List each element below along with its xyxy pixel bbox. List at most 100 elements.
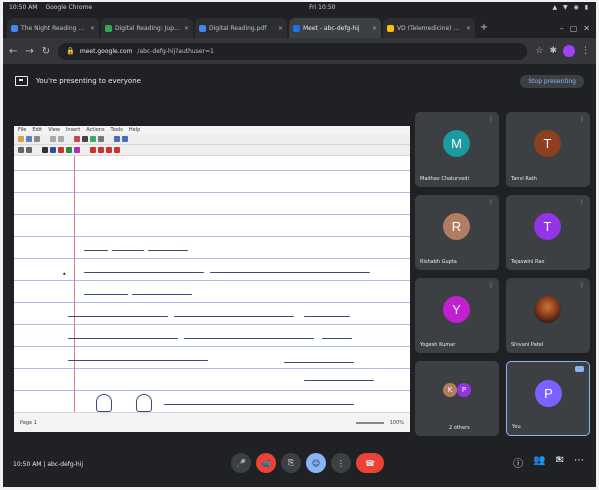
doc-menu-item: File xyxy=(18,127,27,133)
participant-tile[interactable]: ⋮ M Madhav Chaturvedi xyxy=(415,112,499,187)
participant-tile[interactable]: ⋮ Shivani Patel xyxy=(506,278,590,353)
bookmark-star-icon[interactable]: ☆ xyxy=(535,46,543,56)
browser-tab[interactable]: Digital Reading: Jupy… ✕ xyxy=(101,18,193,38)
more-options-icon[interactable]: ⋮ xyxy=(488,199,494,206)
close-tab-icon[interactable]: ✕ xyxy=(466,25,471,32)
new-tab-button[interactable]: + xyxy=(477,18,491,38)
close-tab-icon[interactable]: ✕ xyxy=(90,25,95,32)
zoom-slider[interactable] xyxy=(355,421,384,424)
close-window-button[interactable]: ✕ xyxy=(583,24,590,33)
system-tray-icons[interactable]: ▲ ▼ ◉ ▮ xyxy=(553,4,591,11)
participant-tile[interactable]: ⋮ T Tanvi Rath xyxy=(506,112,590,187)
browser-tab-strip: The Night Reading Assi… ✕ Digital Readin… xyxy=(3,12,596,38)
more-options-button[interactable]: ⋮ xyxy=(331,453,351,473)
close-tab-icon[interactable]: ✕ xyxy=(372,25,377,32)
os-center-clock: Fri 10:50 xyxy=(309,3,336,11)
redo-icon xyxy=(58,136,64,142)
participant-tile[interactable]: ⋮ T Tejaswini Rao xyxy=(506,195,590,270)
tab-favicon xyxy=(199,24,206,32)
doc-toolbar-row-2 xyxy=(14,145,410,156)
color-blue-icon xyxy=(50,147,56,153)
doc-menu-item: Actions xyxy=(86,127,105,133)
handwriting-stroke xyxy=(132,294,192,296)
microphone-button[interactable]: 🎤 xyxy=(231,453,251,473)
meeting-code: 10:50 AM | abc-defg-hij xyxy=(13,461,83,468)
more-options-icon[interactable]: ⋮ xyxy=(488,282,494,289)
doc-toolbar-row-1 xyxy=(14,134,410,145)
present-now-button[interactable]: ☺ xyxy=(306,453,326,473)
color-swatch-icon xyxy=(90,147,96,153)
handwriting-stroke xyxy=(112,250,144,252)
os-clock: 10:50 AM xyxy=(9,3,38,11)
tab-favicon xyxy=(387,24,394,32)
more-options-icon[interactable]: ⋮ xyxy=(579,282,585,289)
pen-icon xyxy=(74,136,80,142)
activities-icon[interactable]: ⋯ xyxy=(574,455,584,470)
people-icon[interactable]: 👥 9 xyxy=(533,455,560,470)
tab-label: Digital Reading: Jupy… xyxy=(115,24,181,32)
handwriting-stroke xyxy=(322,338,352,340)
browser-menu-icon[interactable]: ⋮ xyxy=(581,46,590,56)
back-icon[interactable]: ← xyxy=(9,46,17,57)
browser-tab[interactable]: Digital Reading.pdf ✕ xyxy=(195,18,287,38)
handwriting-stroke xyxy=(304,380,374,382)
participant-name: Tanvi Rath xyxy=(511,176,537,182)
address-host: meet.google.com xyxy=(79,47,133,55)
doc-statusbar: Page 1 100% xyxy=(14,412,410,432)
people-glyph: 👥 xyxy=(533,455,546,466)
text-icon xyxy=(122,136,128,142)
color-black-icon xyxy=(42,147,48,153)
handwriting-stroke xyxy=(68,360,208,362)
profile-avatar[interactable] xyxy=(563,45,575,57)
participant-tile-group[interactable]: K P 2 others xyxy=(415,361,499,436)
participant-avatar: P xyxy=(457,383,471,397)
participant-avatar: P xyxy=(535,380,562,407)
window-controls: – ▢ ✕ xyxy=(560,18,596,38)
extensions-icon[interactable]: ✱ xyxy=(549,46,557,56)
doc-menu-item: Edit xyxy=(32,127,43,133)
handwriting-stroke xyxy=(284,362,354,364)
participant-avatar: R xyxy=(443,213,470,240)
tab-label: Digital Reading.pdf xyxy=(209,24,267,32)
hangup-icon: ☎ xyxy=(365,458,375,468)
captions-button[interactable]: ⎘ xyxy=(281,453,301,473)
tab-favicon xyxy=(105,24,112,32)
color-red-icon xyxy=(58,147,64,153)
stop-presenting-button[interactable]: Stop presenting xyxy=(520,74,584,88)
more-options-icon[interactable]: ⋮ xyxy=(488,116,494,123)
present-screen-icon xyxy=(15,76,28,86)
eraser-icon xyxy=(82,136,88,142)
print-icon xyxy=(34,136,40,142)
color-purple-icon xyxy=(74,147,80,153)
close-tab-icon[interactable]: ✕ xyxy=(184,25,189,32)
meeting-details-icon[interactable]: ⓘ xyxy=(513,455,523,470)
more-options-icon[interactable]: ⋮ xyxy=(579,199,585,206)
address-bar[interactable]: 🔒 meet.google.com /abc-defg-hij?authuser… xyxy=(58,42,528,60)
self-tile[interactable]: P You xyxy=(506,361,590,436)
participant-avatar: T xyxy=(534,130,561,157)
browser-toolbar: ← → ↻ 🔒 meet.google.com /abc-defg-hij?au… xyxy=(3,38,596,64)
tab-label: Meet - abc-defg-hij xyxy=(303,24,360,32)
leave-call-button[interactable]: ☎ xyxy=(356,453,384,473)
more-options-icon[interactable]: ⋮ xyxy=(579,116,585,123)
doc-menu-item: Tools xyxy=(110,127,123,133)
browser-tab-active[interactable]: Meet - abc-defg-hij ✕ xyxy=(289,18,381,38)
forward-icon[interactable]: → xyxy=(25,46,33,57)
browser-tab[interactable]: VD (Telemedicine) … ✕ xyxy=(383,18,475,38)
maximize-button[interactable]: ▢ xyxy=(570,24,578,33)
presenting-label: You're presenting to everyone xyxy=(36,77,141,85)
tool-icon xyxy=(26,147,32,153)
minimize-button[interactable]: – xyxy=(560,24,564,33)
participant-tile[interactable]: ⋮ R Rishabh Gupta xyxy=(415,195,499,270)
doc-page-indicator: Page 1 xyxy=(20,419,37,426)
browser-tab[interactable]: The Night Reading Assi… ✕ xyxy=(7,18,99,38)
camera-off-button[interactable]: 📹 xyxy=(256,453,276,473)
handwriting-stroke xyxy=(148,250,188,252)
whiteboard-canvas[interactable]: • xyxy=(14,156,410,412)
close-tab-icon[interactable]: ✕ xyxy=(278,25,283,32)
reload-icon[interactable]: ↻ xyxy=(42,46,50,57)
participant-tile[interactable]: ⋮ Y Yogesh Kumar xyxy=(415,278,499,353)
meet-window: You're presenting to everyone Stop prese… xyxy=(3,64,596,487)
select-icon xyxy=(98,136,104,142)
handwriting-drawing xyxy=(96,394,112,412)
